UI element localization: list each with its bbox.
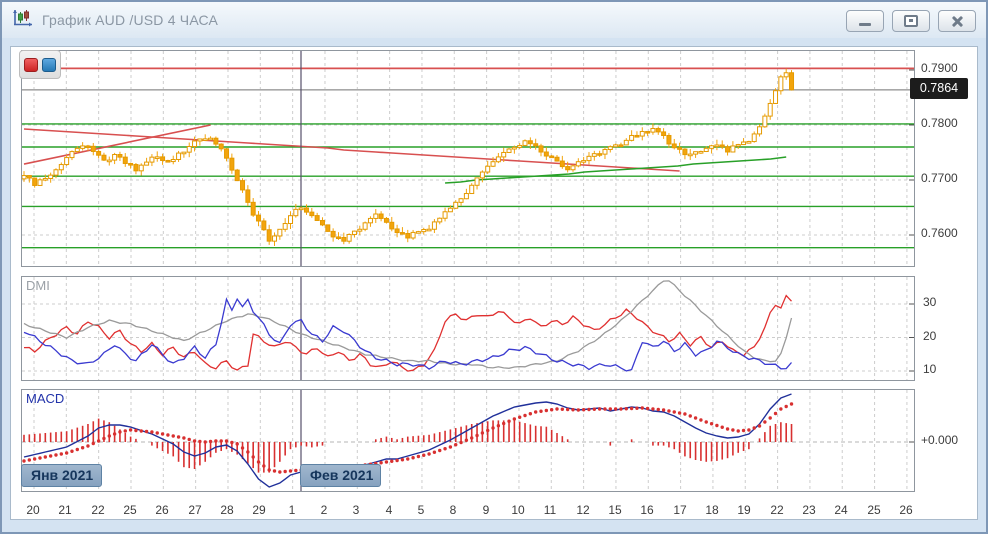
date-axis-label: 21 xyxy=(50,503,80,517)
maximize-icon xyxy=(904,15,918,27)
date-axis-label: 18 xyxy=(697,503,727,517)
dmi-panel[interactable]: DMI xyxy=(21,276,915,381)
date-axis-label: 28 xyxy=(212,503,242,517)
date-axis-label: 26 xyxy=(147,503,177,517)
date-axis-label: 2 xyxy=(309,503,339,517)
price-axis-label: 0.7600 xyxy=(921,226,979,240)
price-panel[interactable] xyxy=(21,50,915,267)
close-button[interactable] xyxy=(938,10,976,32)
month-badge-february: Фев 2021 xyxy=(300,464,381,487)
dmi-axis-label: 20 xyxy=(923,329,981,343)
chart-window: График AUD /USD 4 ЧАСА DMI MACD xyxy=(0,0,988,534)
date-axis-label: 24 xyxy=(826,503,856,517)
date-axis-label: 8 xyxy=(438,503,468,517)
month-badge-january: Янв 2021 xyxy=(21,464,102,487)
titlebar: График AUD /USD 4 ЧАСА xyxy=(2,2,986,39)
window-controls xyxy=(846,10,976,32)
current-price-badge: 0.7864 xyxy=(910,78,968,99)
dmi-label: DMI xyxy=(26,278,50,293)
date-axis-label: 12 xyxy=(568,503,598,517)
date-axis-label: 22 xyxy=(762,503,792,517)
date-axis-label: 10 xyxy=(503,503,533,517)
red-marker-button[interactable] xyxy=(24,58,38,72)
candlestick-chart-icon xyxy=(12,8,34,33)
date-axis-label: 19 xyxy=(729,503,759,517)
chart-mini-toolbar xyxy=(19,50,61,79)
date-axis-label: 16 xyxy=(632,503,662,517)
date-axis-label: 4 xyxy=(374,503,404,517)
dmi-axis-label: 30 xyxy=(923,295,981,309)
minimize-button[interactable] xyxy=(846,10,884,32)
price-axis-label: 0.7800 xyxy=(921,116,979,130)
macd-chart xyxy=(22,390,914,491)
minimize-icon xyxy=(859,23,871,26)
window-title: График AUD /USD 4 ЧАСА xyxy=(42,12,218,28)
macd-label: MACD xyxy=(26,391,64,406)
date-axis-label: 25 xyxy=(859,503,889,517)
maximize-button[interactable] xyxy=(892,10,930,32)
date-axis-label: 1 xyxy=(277,503,307,517)
date-axis-label: 15 xyxy=(600,503,630,517)
date-axis-label: 29 xyxy=(244,503,274,517)
blue-marker-button[interactable] xyxy=(42,58,56,72)
date-axis-label: 9 xyxy=(471,503,501,517)
date-axis-label: 17 xyxy=(665,503,695,517)
date-axis-label: 20 xyxy=(18,503,48,517)
price-axis-label: 0.7700 xyxy=(921,171,979,185)
client-area: DMI MACD 0.7900 0.7800 0.7700 0.7600 30 20 10 +… xyxy=(2,38,986,532)
macd-panel[interactable]: MACD xyxy=(21,389,915,492)
date-axis-label: 26 xyxy=(891,503,921,517)
date-axis-label: 25 xyxy=(115,503,145,517)
date-axis-label: 11 xyxy=(535,503,565,517)
price-chart xyxy=(22,51,914,266)
dmi-chart xyxy=(22,277,914,380)
date-axis-label: 22 xyxy=(83,503,113,517)
date-axis-label: 3 xyxy=(341,503,371,517)
macd-zero-label: +0.000 xyxy=(921,433,979,447)
date-axis-label: 27 xyxy=(180,503,210,517)
dmi-axis-label: 10 xyxy=(923,362,981,376)
price-axis-label: 0.7900 xyxy=(921,61,979,75)
date-axis-label: 5 xyxy=(406,503,436,517)
date-axis-label: 23 xyxy=(794,503,824,517)
chart-surface: DMI MACD 0.7900 0.7800 0.7700 0.7600 30 20 10 +… xyxy=(10,46,978,520)
close-icon xyxy=(950,15,964,27)
